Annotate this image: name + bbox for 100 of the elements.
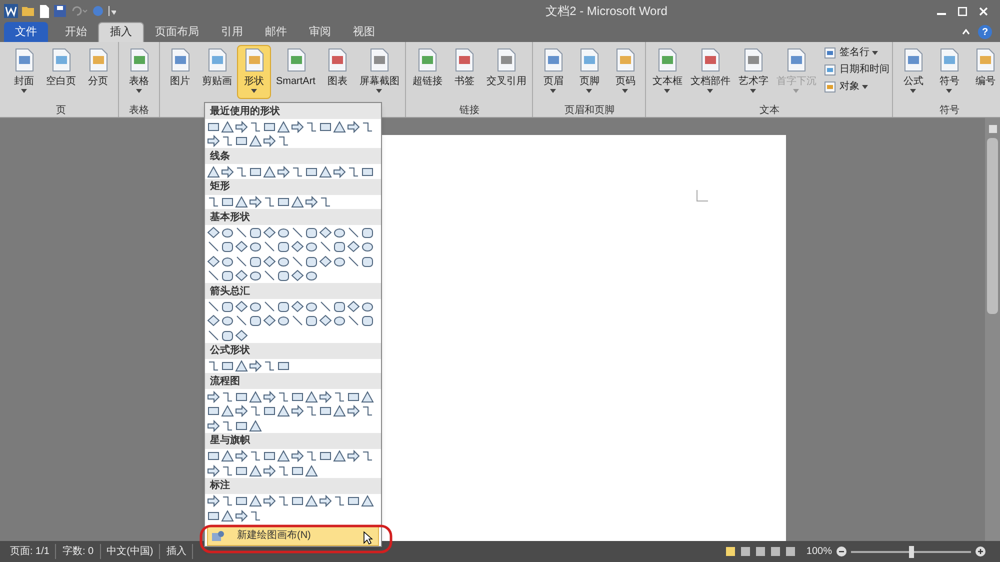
view-mode-icon[interactable] (725, 546, 736, 557)
ribbon-button[interactable]: 交叉引用 (483, 45, 530, 99)
zoom-out-icon[interactable] (836, 546, 847, 557)
ribbon-button[interactable]: 书签 (447, 45, 482, 99)
shape-icon[interactable] (263, 359, 276, 372)
shape-icon[interactable] (221, 195, 234, 208)
shape-icon[interactable] (221, 390, 234, 403)
ribbon-small-button[interactable]: 对象 (824, 79, 890, 94)
shape-icon[interactable] (305, 300, 318, 313)
shape-icon[interactable] (319, 195, 332, 208)
shape-icon[interactable] (347, 240, 360, 254)
shape-icon[interactable] (277, 269, 290, 282)
shape-icon[interactable] (333, 300, 346, 313)
shape-icon[interactable] (207, 464, 220, 477)
shape-icon[interactable] (235, 134, 248, 148)
shape-icon[interactable] (291, 240, 304, 254)
shape-icon[interactable] (305, 494, 318, 508)
shape-icon[interactable] (235, 300, 248, 313)
shape-icon[interactable] (235, 120, 248, 133)
shape-icon[interactable] (207, 328, 220, 342)
status-item[interactable]: 页面: 1/1 (4, 544, 56, 559)
ribbon-button[interactable]: 页眉 (536, 45, 570, 99)
shape-icon[interactable] (305, 240, 318, 254)
shape-icon[interactable] (305, 464, 318, 477)
shape-icon[interactable] (291, 314, 304, 328)
save-icon[interactable] (54, 5, 66, 17)
shape-icon[interactable] (207, 195, 220, 208)
shape-icon[interactable] (221, 404, 234, 418)
shape-icon[interactable] (333, 226, 346, 239)
shape-icon[interactable] (263, 494, 276, 508)
shape-icon[interactable] (347, 164, 360, 178)
shape-icon[interactable] (333, 494, 346, 508)
shape-icon[interactable] (277, 240, 290, 254)
shape-icon[interactable] (263, 195, 276, 208)
shape-icon[interactable] (305, 449, 318, 462)
shape-icon[interactable] (305, 314, 318, 328)
shape-icon[interactable] (249, 494, 262, 508)
shape-icon[interactable] (249, 464, 262, 477)
shape-icon[interactable] (291, 494, 304, 508)
shape-icon[interactable] (319, 404, 332, 418)
ribbon-tab[interactable]: 引用 (210, 22, 254, 42)
shape-icon[interactable] (319, 314, 332, 328)
ribbon-button[interactable]: 空白页 (43, 45, 79, 99)
shape-icon[interactable] (235, 404, 248, 418)
ribbon-button[interactable]: 图表 (320, 45, 354, 99)
shape-icon[interactable] (207, 240, 220, 254)
shape-icon[interactable] (277, 195, 290, 208)
shape-icon[interactable] (263, 404, 276, 418)
shape-icon[interactable] (249, 449, 262, 462)
shape-icon[interactable] (319, 254, 332, 268)
shape-icon[interactable] (361, 300, 374, 313)
ribbon-button[interactable]: 剪贴画 (199, 45, 235, 99)
shape-icon[interactable] (235, 226, 248, 239)
shape-icon[interactable] (235, 449, 248, 462)
ribbon-button[interactable]: 编号 (968, 45, 1000, 99)
shape-icon[interactable] (291, 300, 304, 313)
shape-icon[interactable] (263, 134, 276, 148)
ribbon-button[interactable]: 屏幕截图 (356, 45, 402, 99)
shape-icon[interactable] (277, 314, 290, 328)
shape-icon[interactable] (277, 300, 290, 313)
folder-icon[interactable] (22, 5, 35, 17)
status-item[interactable]: 中文(中国) (100, 544, 160, 559)
shape-icon[interactable] (235, 359, 248, 372)
shape-icon[interactable] (347, 254, 360, 268)
ribbon-small-button[interactable]: 签名行 (824, 45, 890, 60)
scroll-thumb[interactable] (987, 138, 998, 314)
shape-icon[interactable] (277, 494, 290, 508)
shape-icon[interactable] (277, 359, 290, 372)
customize-toolbar-icon[interactable] (108, 5, 116, 17)
shape-icon[interactable] (319, 300, 332, 313)
shape-icon[interactable] (207, 359, 220, 372)
shape-icon[interactable] (361, 226, 374, 239)
shape-icon[interactable] (263, 449, 276, 462)
shape-icon[interactable] (207, 418, 220, 432)
ribbon-tab[interactable]: 插入 (98, 22, 144, 42)
ribbon-button[interactable]: 分页 (81, 45, 115, 99)
shape-icon[interactable] (249, 300, 262, 313)
view-mode-icon[interactable] (785, 546, 796, 557)
shape-icon[interactable] (235, 195, 248, 208)
shape-icon[interactable] (249, 404, 262, 418)
ribbon-tab[interactable]: 视图 (342, 22, 386, 42)
shape-icon[interactable] (305, 254, 318, 268)
shape-icon[interactable] (221, 359, 234, 372)
shape-icon[interactable] (361, 120, 374, 133)
shape-icon[interactable] (291, 226, 304, 239)
shape-icon[interactable] (319, 449, 332, 462)
shape-icon[interactable] (319, 390, 332, 403)
shape-icon[interactable] (249, 359, 262, 372)
ribbon-button[interactable]: 文档部件 (687, 45, 734, 99)
shape-icon[interactable] (333, 314, 346, 328)
view-mode-icon[interactable] (770, 546, 782, 557)
shape-icon[interactable] (347, 449, 360, 462)
zoom-slider-thumb[interactable] (908, 546, 914, 558)
shape-icon[interactable] (347, 120, 360, 133)
shape-icon[interactable] (221, 508, 234, 522)
shape-icon[interactable] (221, 300, 234, 313)
shape-icon[interactable] (263, 164, 276, 178)
shape-icon[interactable] (277, 254, 290, 268)
shape-icon[interactable] (347, 404, 360, 418)
shape-icon[interactable] (207, 164, 220, 178)
